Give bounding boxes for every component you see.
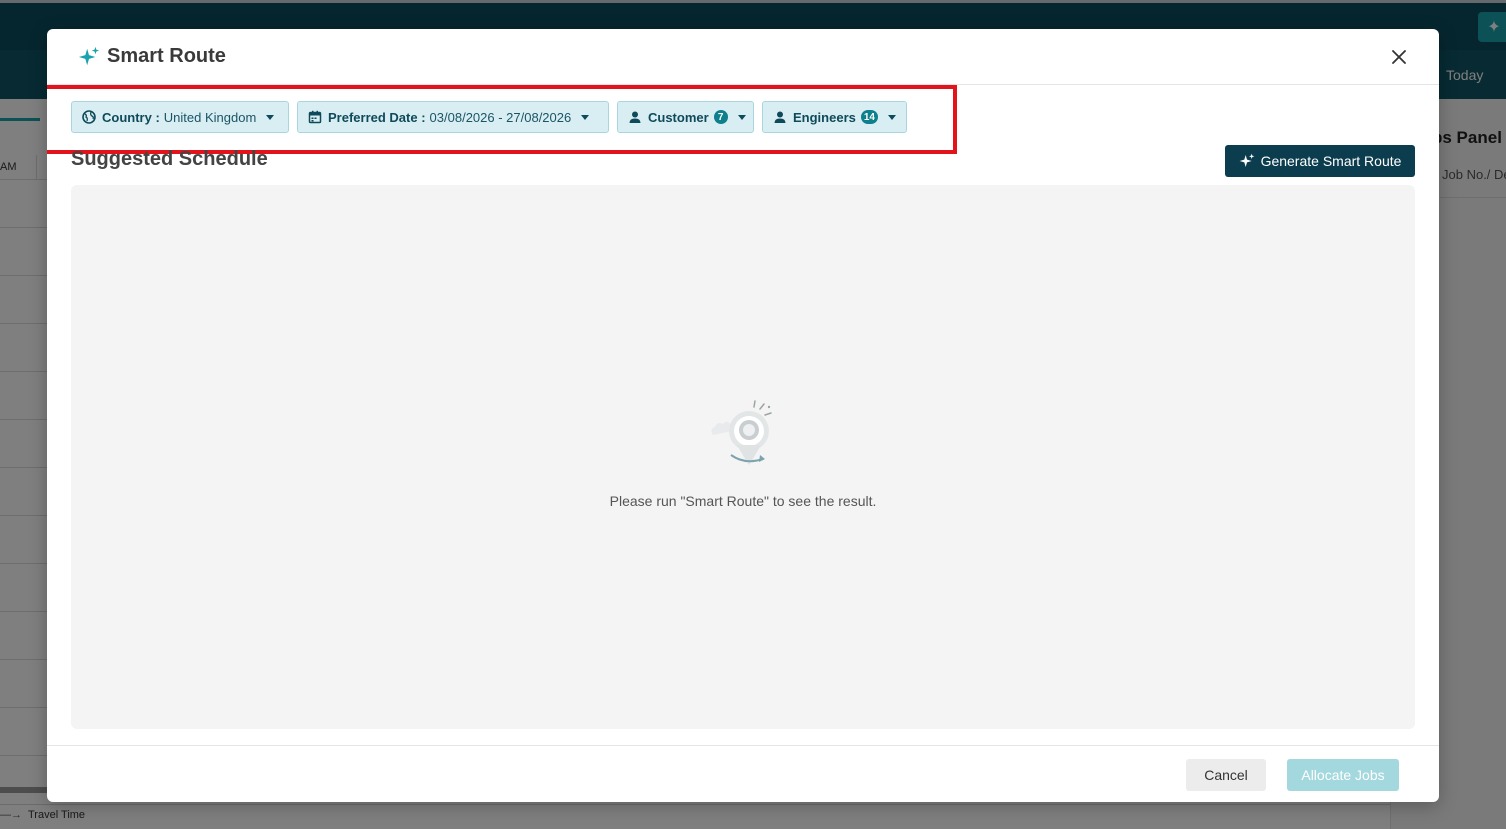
person-icon bbox=[628, 110, 642, 124]
route-empty-illustration bbox=[711, 400, 772, 465]
caret-down-icon bbox=[737, 114, 746, 120]
caret-down-icon bbox=[888, 114, 896, 120]
cancel-button[interactable]: Cancel bbox=[1186, 759, 1266, 791]
country-filter[interactable]: Country : United Kingdom bbox=[71, 101, 289, 133]
customer-filter[interactable]: Customer 7 bbox=[617, 101, 754, 133]
close-button[interactable] bbox=[1387, 45, 1411, 69]
smart-route-modal: Smart Route Country : United Kingdom Pre… bbox=[47, 29, 1439, 802]
empty-state-message: Please run "Smart Route" to see the resu… bbox=[609, 493, 877, 509]
modal-footer: Cancel Allocate Jobs bbox=[47, 745, 1439, 802]
person-icon bbox=[773, 110, 787, 124]
modal-title: Smart Route bbox=[107, 45, 226, 67]
sparkle-icon bbox=[78, 46, 100, 66]
calendar-icon bbox=[308, 110, 322, 124]
country-filter-label: Country : bbox=[102, 109, 160, 125]
engineers-filter-label: Engineers bbox=[793, 109, 856, 125]
preferred-date-filter[interactable]: Preferred Date : 03/08/2026 - 27/08/2026 bbox=[297, 101, 609, 133]
engineers-count-badge: 14 bbox=[860, 110, 878, 124]
sparkle-icon bbox=[1239, 153, 1254, 167]
customer-count-badge: 7 bbox=[713, 110, 728, 124]
generate-button-label: Generate Smart Route bbox=[1260, 153, 1402, 169]
preferred-date-value: 03/08/2026 - 27/08/2026 bbox=[429, 109, 572, 125]
generate-smart-route-button[interactable]: Generate Smart Route bbox=[1225, 145, 1415, 177]
globe-icon bbox=[82, 110, 96, 124]
allocate-jobs-button[interactable]: Allocate Jobs bbox=[1287, 759, 1399, 791]
result-panel: Please run "Smart Route" to see the resu… bbox=[71, 185, 1415, 729]
caret-down-icon bbox=[581, 114, 590, 120]
preferred-date-label: Preferred Date : bbox=[328, 109, 426, 125]
modal-header: Smart Route bbox=[47, 29, 1439, 85]
caret-down-icon bbox=[266, 114, 275, 120]
engineers-filter[interactable]: Engineers 14 bbox=[762, 101, 907, 133]
close-icon bbox=[1392, 50, 1406, 64]
country-filter-value: United Kingdom bbox=[163, 109, 257, 125]
customer-filter-label: Customer bbox=[648, 109, 709, 125]
section-title: Suggested Schedule bbox=[71, 148, 268, 170]
